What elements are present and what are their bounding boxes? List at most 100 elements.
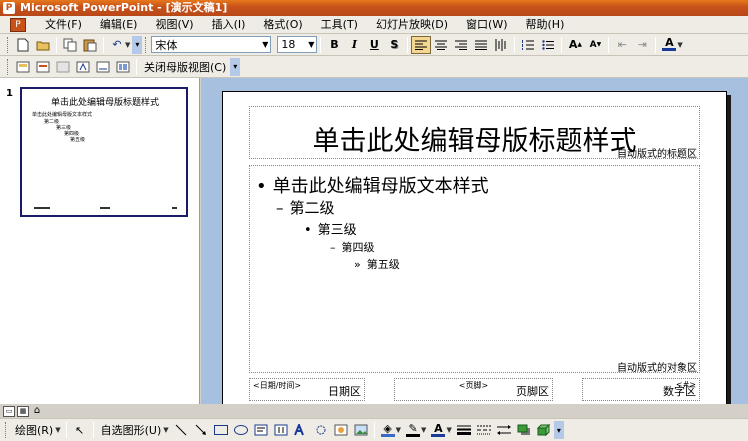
oval-icon[interactable] [231,421,251,439]
title-placeholder[interactable]: 单击此处编辑母版标题样式 自动版式的标题区 [249,106,700,160]
body-placeholder[interactable]: • 单击此处编辑母版文本样式 – 第二级 • 第三级 – 第四级 » 第五级 自动版式的对… [249,165,700,374]
preserve-master-icon[interactable] [73,58,93,76]
shadow-style-icon[interactable] [514,421,534,439]
chevron-down-icon[interactable]: ▼ [308,37,314,52]
slide-thumbnail[interactable]: 单击此处编辑母版标题样式 单击此处编辑母版文本样式 第二级 第三级 第四级 第五… [20,87,188,217]
date-placeholder[interactable]: <日期/时间> 日期区 [249,378,365,401]
paste-icon[interactable] [80,36,100,54]
vertical-text-box-icon[interactable] [271,421,291,439]
line-icon[interactable] [171,421,191,439]
line-style-icon[interactable] [454,421,474,439]
rectangle-icon[interactable] [211,421,231,439]
dash-bullet-icon: – [330,241,336,254]
toolbar-options-chevron-icon[interactable]: ▾ [230,57,241,76]
font-name-combo[interactable]: 宋体 ▼ [151,36,272,53]
body-level-2-text: 第二级 [289,199,335,217]
font-color-icon[interactable]: A [659,36,679,54]
menu-insert[interactable]: 插入(I) [203,17,255,33]
text-box-icon[interactable] [251,421,271,439]
arrow-icon[interactable] [191,421,211,439]
thumbnail-line: 单击此处编辑母版文本样式 [32,112,93,118]
increase-indent-icon[interactable]: ⇥ [632,36,652,54]
menu-slideshow[interactable]: 幻灯片放映(D) [367,17,457,33]
bulleted-list-icon[interactable] [538,36,558,54]
delete-master-icon[interactable] [53,58,73,76]
thumbnail-footer-mark [34,207,50,209]
thumbnail-number: 1 [6,88,13,99]
undo-icon[interactable]: ↶ [107,36,127,54]
footer-placeholder[interactable]: <页脚> 页脚区 [394,378,553,401]
copy-icon[interactable] [60,36,80,54]
new-document-icon[interactable] [13,36,33,54]
toolbar-grip[interactable] [5,422,8,438]
vertical-align-icon[interactable] [491,36,511,54]
drawing-font-color-dropdown-icon[interactable]: ▼ [446,426,451,434]
arrow-style-icon[interactable] [494,421,514,439]
toolbar-grip[interactable] [7,58,10,75]
dash-style-icon[interactable] [474,421,494,439]
bold-icon[interactable]: B [324,36,344,54]
3d-style-icon[interactable] [534,421,554,439]
decrease-font-size-icon[interactable]: A ▼ [585,36,605,54]
autoshapes-menu-button[interactable]: 自选图形(U) [97,422,166,438]
fill-color-dropdown-icon[interactable]: ▼ [396,426,401,434]
separator [56,36,57,53]
wordart-icon[interactable] [291,421,311,439]
master-layout-icon[interactable] [113,58,133,76]
toolbar-options-chevron-icon[interactable]: ▾ [553,421,564,439]
body-level-2: – 第二级 [276,197,335,218]
select-objects-arrow-icon[interactable]: ↖ [70,421,90,439]
draw-menu-button[interactable]: 绘图(R) [11,422,57,438]
view-buttons-bar: ▭ ▦ ⌂ [0,404,201,418]
rename-master-icon[interactable] [93,58,113,76]
menu-format[interactable]: 格式(O) [254,17,311,33]
decrease-indent-icon[interactable]: ⇤ [612,36,632,54]
underline-icon[interactable]: U [364,36,384,54]
font-size-combo[interactable]: 18 ▼ [277,36,318,53]
powerpoint-app-icon[interactable]: P [3,2,15,14]
insert-picture-icon[interactable] [351,421,371,439]
chevron-down-icon[interactable]: ▼ [262,37,268,52]
menu-edit[interactable]: 编辑(E) [91,17,147,33]
align-right-icon[interactable] [451,36,471,54]
title-area-label: 自动版式的标题区 [617,149,697,160]
dash-bullet-icon: – [276,199,284,217]
menu-view[interactable]: 视图(V) [146,17,202,33]
toolbar-grip[interactable] [145,36,148,53]
fill-color-icon[interactable]: ◈ [378,421,398,439]
font-color-dropdown-icon[interactable]: ▼ [677,41,682,49]
toolbar-options-chevron-icon[interactable]: ▾ [132,35,143,54]
italic-icon[interactable]: I [344,36,364,54]
clip-art-icon[interactable] [331,421,351,439]
slide-sorter-view-icon[interactable]: ▦ [17,405,29,417]
undo-dropdown-icon[interactable]: ▼ [125,41,130,49]
separator [65,422,67,438]
increase-font-size-icon[interactable]: A ▲ [565,36,585,54]
numbered-list-icon[interactable] [518,36,538,54]
document-icon[interactable]: P [10,17,26,32]
separator [561,36,563,53]
diagram-icon[interactable] [311,421,331,439]
insert-new-slide-master-icon[interactable] [13,58,33,76]
menu-help[interactable]: 帮助(H) [517,17,574,33]
menu-tools[interactable]: 工具(T) [312,17,367,33]
chevron-down-icon[interactable]: ▼ [55,426,60,434]
chevron-down-icon[interactable]: ▼ [163,426,168,434]
separator [407,36,409,53]
open-folder-icon[interactable] [33,36,53,54]
menu-file[interactable]: 文件(F) [36,17,91,33]
close-master-view-button[interactable]: 关闭母版视图(C) [140,59,230,75]
toolbar-grip[interactable] [7,36,10,53]
text-shadow-icon[interactable]: S [384,36,404,54]
menu-window[interactable]: 窗口(W) [457,17,516,33]
line-color-icon[interactable]: ✎ [403,421,423,439]
slide-number-placeholder[interactable]: <#> 数字区 [582,378,700,401]
distributed-align-icon[interactable] [471,36,491,54]
line-color-dropdown-icon[interactable]: ▼ [421,426,426,434]
align-left-icon[interactable] [411,35,432,54]
drawing-font-color-icon[interactable]: A [428,421,448,439]
slide-show-view-icon[interactable]: ⌂ [31,405,43,417]
align-center-icon[interactable] [431,36,451,54]
insert-new-title-master-icon[interactable] [33,58,53,76]
normal-view-icon[interactable]: ▭ [3,405,15,417]
